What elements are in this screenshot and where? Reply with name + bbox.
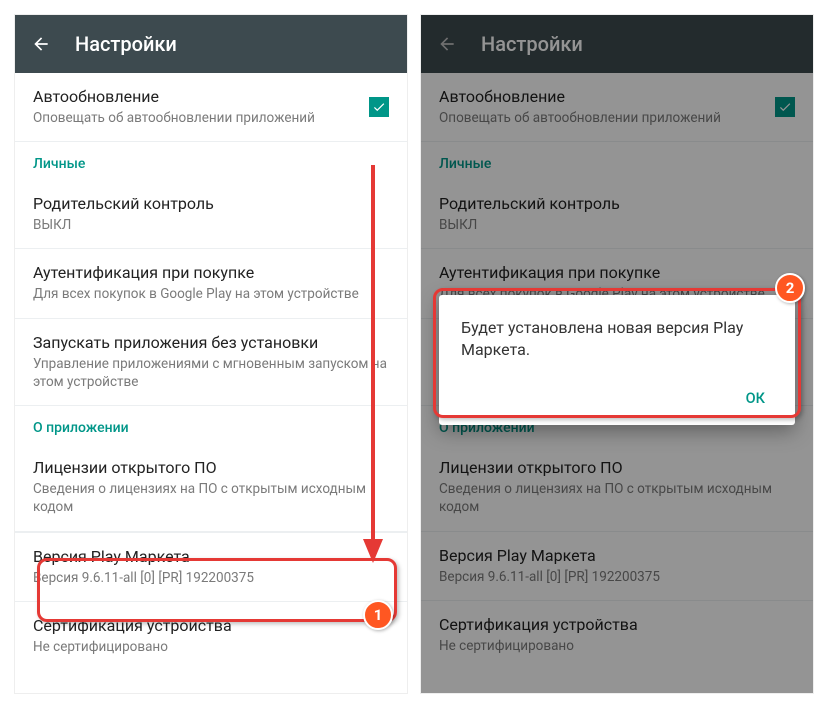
appbar-title: Настройки xyxy=(481,32,583,56)
item-title: Запускать приложения без установки xyxy=(33,333,389,352)
appbar: Настройки xyxy=(15,15,407,73)
back-icon[interactable] xyxy=(437,34,457,54)
dialog-message: Будет установлена новая версия Play Марк… xyxy=(461,317,773,362)
item-title: Автообновление xyxy=(439,87,795,106)
item-sub: ВЫКЛ xyxy=(33,216,389,234)
item-title: Родительский контроль xyxy=(439,194,795,213)
badge-label: 1 xyxy=(374,606,383,624)
item-sub: ВЫКЛ xyxy=(439,216,795,234)
phone-left: Настройки Автообновление Оповещать об ав… xyxy=(14,14,408,694)
item-title: Аутентификация при покупке xyxy=(33,263,389,282)
item-sub: Оповещать об автообновлении приложений xyxy=(439,109,795,127)
item-sub: Для всех покупок в Google Play на этом у… xyxy=(33,285,389,303)
item-title: Лицензии открытого ПО xyxy=(439,458,795,477)
section-personal: Личные xyxy=(421,142,813,180)
item-parental[interactable]: Родительский контроль ВЫКЛ xyxy=(15,180,407,249)
item-title: Сертификация устройства xyxy=(33,616,389,635)
step-badge-1: 1 xyxy=(363,600,393,630)
item-auth[interactable]: Аутентификация при покупке Для всех поку… xyxy=(15,249,407,318)
item-version: Версия Play Маркета Версия 9.6.11-all [0… xyxy=(421,532,813,601)
item-autoupdate[interactable]: Автообновление Оповещать об автообновлен… xyxy=(15,73,407,142)
update-dialog: Будет установлена новая версия Play Марк… xyxy=(439,295,795,425)
item-title: Версия Play Маркета xyxy=(33,547,389,566)
badge-label: 2 xyxy=(786,279,795,297)
step-badge-2: 2 xyxy=(775,273,805,303)
back-icon[interactable] xyxy=(31,34,51,54)
item-cert: Сертификация устройства Не сертифицирова… xyxy=(421,601,813,669)
item-sub: Сведения о лицензиях на ПО с открытым ис… xyxy=(33,480,389,516)
item-licenses[interactable]: Лицензии открытого ПО Сведения о лицензи… xyxy=(15,444,407,531)
appbar-title: Настройки xyxy=(75,32,177,56)
checkbox-checked-icon xyxy=(775,97,795,117)
section-about: О приложении xyxy=(15,406,407,444)
checkbox-checked-icon[interactable] xyxy=(369,97,389,117)
item-title: Сертификация устройства xyxy=(439,615,795,634)
item-sub: Версия 9.6.11-all [0] [PR] 192200375 xyxy=(439,568,795,586)
phone-right: Настройки Автообновление Оповещать об ав… xyxy=(420,14,814,694)
item-title: Версия Play Маркета xyxy=(439,546,795,565)
section-personal: Личные xyxy=(15,142,407,180)
item-title: Лицензии открытого ПО xyxy=(33,458,389,477)
item-title: Аутентификация при покупке xyxy=(439,263,795,282)
item-sub: Управление приложениями с мгновенным зап… xyxy=(33,355,389,391)
item-sub: Оповещать об автообновлении приложений xyxy=(33,109,389,127)
dialog-ok-button[interactable]: ОК xyxy=(738,384,773,413)
item-instant[interactable]: Запускать приложения без установки Управ… xyxy=(15,319,407,406)
item-sub: Версия 9.6.11-all [0] [PR] 192200375 xyxy=(33,569,389,587)
item-parental: Родительский контроль ВЫКЛ xyxy=(421,180,813,249)
item-title: Автообновление xyxy=(33,87,389,106)
item-sub: Не сертифицировано xyxy=(33,638,389,656)
item-cert[interactable]: Сертификация устройства Не сертифицирова… xyxy=(15,602,407,670)
item-sub: Не сертифицировано xyxy=(439,637,795,655)
item-autoupdate: Автообновление Оповещать об автообновлен… xyxy=(421,73,813,142)
item-title: Родительский контроль xyxy=(33,194,389,213)
item-licenses: Лицензии открытого ПО Сведения о лицензи… xyxy=(421,444,813,531)
item-sub: Сведения о лицензиях на ПО с открытым ис… xyxy=(439,480,795,516)
appbar: Настройки xyxy=(421,15,813,73)
item-version[interactable]: Версия Play Маркета Версия 9.6.11-all [0… xyxy=(15,532,407,602)
